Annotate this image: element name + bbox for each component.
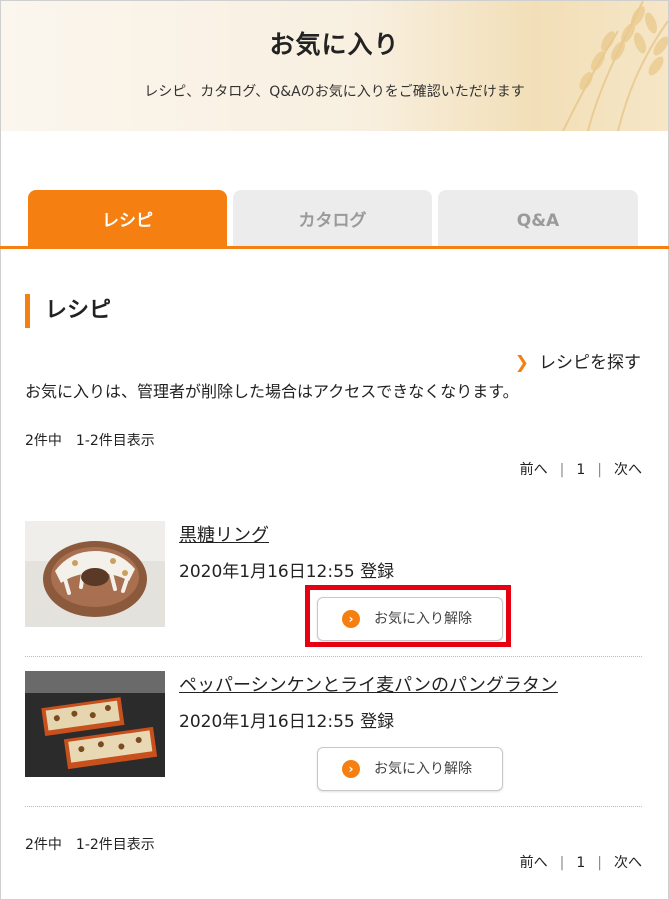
recipe-title-link[interactable]: ペッパーシンケンとライ麦パンのパングラタン bbox=[179, 671, 558, 697]
page-title: お気に入り bbox=[269, 30, 400, 59]
arrow-right-circle-icon: › bbox=[342, 760, 360, 778]
recipe-title-link[interactable]: 黒糖リング bbox=[179, 521, 269, 547]
notice-text: お気に入りは、管理者が削除した場合はアクセスできなくなります。 bbox=[25, 382, 519, 401]
item-divider bbox=[25, 806, 642, 807]
search-recipe-label: レシピを探す bbox=[539, 353, 641, 373]
result-count-bottom: 2件中 1-2件目表示 bbox=[25, 837, 155, 853]
pager-divider: | bbox=[597, 855, 602, 871]
registered-date: 2020年1月16日12:55 登録 bbox=[179, 562, 395, 582]
pager-top: 前へ | 1 | 次へ bbox=[520, 459, 642, 479]
tab-recipe[interactable]: レシピ bbox=[28, 190, 227, 246]
tab-underline bbox=[0, 246, 669, 249]
search-recipe-link[interactable]: ❯ レシピを探す bbox=[515, 348, 641, 373]
chevron-right-icon: ❯ bbox=[514, 353, 529, 373]
result-count-top: 2件中 1-2件目表示 bbox=[25, 433, 155, 449]
pager-divider: | bbox=[559, 855, 565, 871]
favorites-tabs: レシピ カタログ Q&A bbox=[0, 190, 669, 249]
next-link[interactable]: 次へ bbox=[614, 462, 642, 478]
remove-favorite-button[interactable]: › お気に入り解除 bbox=[317, 747, 503, 791]
pager-divider: | bbox=[597, 462, 602, 478]
prev-link[interactable]: 前へ bbox=[520, 855, 548, 871]
registered-date: 2020年1月16日12:55 登録 bbox=[179, 712, 395, 732]
highlight-box bbox=[305, 585, 511, 647]
recipe-thumbnail[interactable] bbox=[25, 671, 165, 777]
page-subtitle: レシピ、カタログ、Q&Aのお気に入りをご確認いただけます bbox=[144, 84, 525, 100]
pager-divider: | bbox=[559, 462, 565, 478]
cake-ring-photo-icon bbox=[25, 521, 165, 627]
pager-bottom: 前へ | 1 | 次へ bbox=[520, 852, 642, 872]
tab-catalog[interactable]: カタログ bbox=[233, 190, 432, 246]
section-title: レシピ bbox=[25, 294, 111, 328]
list-item: ペッパーシンケンとライ麦パンのパングラタン 2020年1月16日12:55 登録… bbox=[25, 671, 642, 791]
tab-qa[interactable]: Q&A bbox=[438, 190, 638, 246]
recipe-thumbnail[interactable] bbox=[25, 521, 165, 627]
bread-gratin-photo-icon bbox=[25, 671, 165, 777]
page-header: お気に入り レシピ、カタログ、Q&Aのお気に入りをご確認いただけます bbox=[1, 1, 668, 131]
item-divider bbox=[25, 656, 642, 657]
wheat-decoration bbox=[562, 1, 668, 131]
remove-favorite-label: お気に入り解除 bbox=[374, 761, 472, 777]
prev-link[interactable]: 前へ bbox=[520, 462, 548, 478]
next-link[interactable]: 次へ bbox=[614, 855, 642, 871]
page-number[interactable]: 1 bbox=[576, 462, 585, 478]
page-number[interactable]: 1 bbox=[576, 855, 585, 871]
